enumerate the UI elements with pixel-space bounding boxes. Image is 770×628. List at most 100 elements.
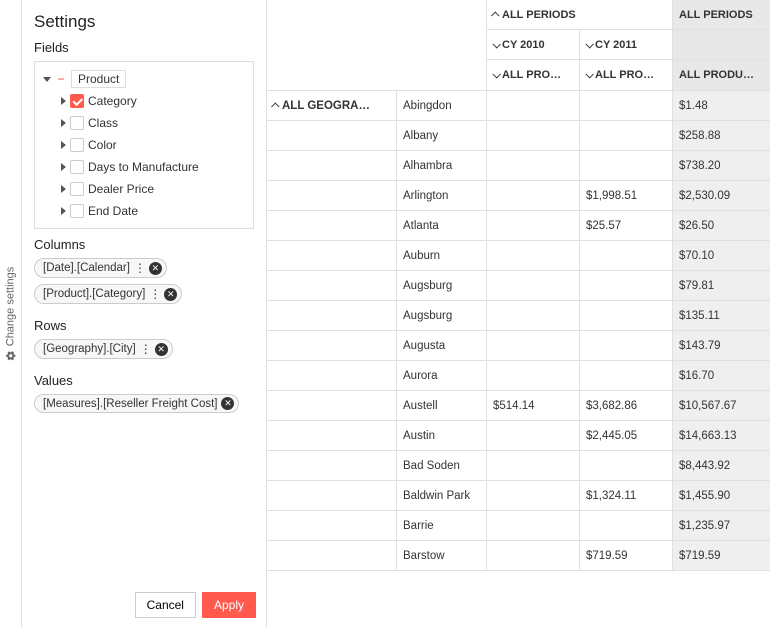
col-header-all-products-b[interactable]: ALL PRO… bbox=[580, 60, 673, 90]
row-header-geo[interactable] bbox=[267, 451, 397, 480]
col-header-cy2010[interactable]: CY 2010 bbox=[487, 30, 580, 59]
data-cell bbox=[487, 361, 580, 390]
chip-label: [Date].[Calendar] bbox=[43, 262, 130, 274]
row-header-geo[interactable] bbox=[267, 331, 397, 360]
checkbox[interactable] bbox=[70, 204, 84, 218]
table-row: Baldwin Park $1,324.11$1,455.90 bbox=[267, 481, 770, 511]
data-cell-total: $1,455.90 bbox=[673, 481, 770, 510]
col-header-all-products-a[interactable]: ALL PRO… bbox=[487, 60, 580, 90]
close-icon[interactable]: ✕ bbox=[155, 343, 168, 356]
row-header-geo[interactable]: ALL GEOGRA… bbox=[267, 91, 397, 120]
gear-icon bbox=[5, 350, 16, 361]
row-header-geo[interactable] bbox=[267, 391, 397, 420]
tree-node[interactable]: End Date bbox=[39, 200, 249, 222]
row-header-city[interactable]: Bad Soden bbox=[397, 451, 487, 480]
close-icon[interactable]: ✕ bbox=[149, 262, 162, 275]
field-chip[interactable]: [Measures].[Reseller Freight Cost]✕ bbox=[34, 394, 239, 413]
field-chip[interactable]: [Geography].[City]⋮✕ bbox=[34, 339, 173, 359]
data-cell-total: $143.79 bbox=[673, 331, 770, 360]
tree-node[interactable]: Class bbox=[39, 112, 249, 134]
row-header-city[interactable]: Barrie bbox=[397, 511, 487, 540]
pivot-grid: ALL PERIODS ALL PERIODS CY 2010 CY 2011 bbox=[267, 0, 770, 628]
table-row: Austin$2,445.05$14,663.13 bbox=[267, 421, 770, 451]
col-header-all-periods-total[interactable]: ALL PERIODS bbox=[673, 0, 770, 29]
row-header-geo[interactable] bbox=[267, 181, 397, 210]
cancel-button[interactable]: Cancel bbox=[135, 592, 196, 618]
chevron-right-icon bbox=[61, 119, 66, 127]
change-settings-label: Change settings bbox=[5, 267, 17, 347]
table-row: Auburn$70.10 bbox=[267, 241, 770, 271]
row-header-city[interactable]: Atlanta bbox=[397, 211, 487, 240]
row-header-geo-label: ALL GEOGRA… bbox=[282, 100, 370, 112]
data-cell bbox=[580, 271, 673, 300]
row-header-city[interactable]: Arlington bbox=[397, 181, 487, 210]
data-cell bbox=[487, 301, 580, 330]
chevron-down-icon bbox=[492, 40, 500, 48]
more-icon[interactable]: ⋮ bbox=[140, 342, 151, 356]
checkbox[interactable] bbox=[70, 160, 84, 174]
table-row: Alhambra$738.20 bbox=[267, 151, 770, 181]
data-cell bbox=[580, 91, 673, 120]
minus-icon[interactable]: − bbox=[55, 73, 67, 85]
row-header-geo[interactable] bbox=[267, 361, 397, 390]
data-cell: $719.59 bbox=[580, 541, 673, 570]
row-header-city[interactable]: Augusta bbox=[397, 331, 487, 360]
row-header-geo[interactable] bbox=[267, 511, 397, 540]
row-header-city[interactable]: Augsburg bbox=[397, 301, 487, 330]
chevron-right-icon bbox=[61, 185, 66, 193]
row-header-geo[interactable] bbox=[267, 301, 397, 330]
row-header-city[interactable]: Austin bbox=[397, 421, 487, 450]
tree-node[interactable]: Color bbox=[39, 134, 249, 156]
checkbox[interactable] bbox=[70, 94, 84, 108]
checkbox[interactable] bbox=[70, 138, 84, 152]
col-header-all-products-total[interactable]: ALL PRODU… bbox=[673, 60, 770, 90]
data-cell-total: $1,235.97 bbox=[673, 511, 770, 540]
row-header-city[interactable]: Austell bbox=[397, 391, 487, 420]
more-icon[interactable]: ⋮ bbox=[149, 287, 160, 301]
row-header-geo[interactable] bbox=[267, 541, 397, 570]
col-header-cy2011[interactable]: CY 2011 bbox=[580, 30, 673, 59]
row-header-city[interactable]: Abingdon bbox=[397, 91, 487, 120]
field-chip[interactable]: [Product].[Category]⋮✕ bbox=[34, 284, 182, 304]
row-header-geo[interactable] bbox=[267, 481, 397, 510]
table-row: Albany$258.88 bbox=[267, 121, 770, 151]
tree-node[interactable]: Dealer Price bbox=[39, 178, 249, 200]
checkbox[interactable] bbox=[70, 182, 84, 196]
tree-node-product[interactable]: − Product bbox=[39, 68, 249, 90]
data-cell bbox=[487, 91, 580, 120]
data-cell: $25.57 bbox=[580, 211, 673, 240]
row-header-city[interactable]: Auburn bbox=[397, 241, 487, 270]
field-chip[interactable]: [Date].[Calendar] ⋮ ✕ bbox=[34, 258, 167, 278]
close-icon[interactable]: ✕ bbox=[221, 397, 234, 410]
col-header-all-periods[interactable]: ALL PERIODS bbox=[487, 0, 673, 29]
checkbox[interactable] bbox=[70, 116, 84, 130]
row-header-geo[interactable] bbox=[267, 151, 397, 180]
data-cell bbox=[487, 241, 580, 270]
row-header-city[interactable]: Albany bbox=[397, 121, 487, 150]
more-icon[interactable]: ⋮ bbox=[134, 261, 145, 275]
tree-node[interactable]: Days to Manufacture bbox=[39, 156, 249, 178]
data-cell-total: $719.59 bbox=[673, 541, 770, 570]
row-header-geo[interactable] bbox=[267, 421, 397, 450]
row-header-geo[interactable] bbox=[267, 211, 397, 240]
fields-label: Fields bbox=[34, 40, 254, 55]
row-header-geo[interactable] bbox=[267, 241, 397, 270]
close-icon[interactable]: ✕ bbox=[164, 288, 177, 301]
row-header-city[interactable]: Baldwin Park bbox=[397, 481, 487, 510]
table-row: Augsburg$79.81 bbox=[267, 271, 770, 301]
row-header-geo[interactable] bbox=[267, 271, 397, 300]
tree-node[interactable]: Category bbox=[39, 90, 249, 112]
row-header-city[interactable]: Augsburg bbox=[397, 271, 487, 300]
data-cell bbox=[580, 151, 673, 180]
table-row: ALL GEOGRA…Abingdon$1.48 bbox=[267, 91, 770, 121]
data-cell: $1,324.11 bbox=[580, 481, 673, 510]
data-cell bbox=[580, 361, 673, 390]
apply-button[interactable]: Apply bbox=[202, 592, 256, 618]
data-cell-total: $26.50 bbox=[673, 211, 770, 240]
change-settings-rail[interactable]: Change settings bbox=[0, 0, 22, 628]
chevron-down-icon bbox=[585, 40, 593, 48]
row-header-geo[interactable] bbox=[267, 121, 397, 150]
row-header-city[interactable]: Alhambra bbox=[397, 151, 487, 180]
row-header-city[interactable]: Barstow bbox=[397, 541, 487, 570]
row-header-city[interactable]: Aurora bbox=[397, 361, 487, 390]
